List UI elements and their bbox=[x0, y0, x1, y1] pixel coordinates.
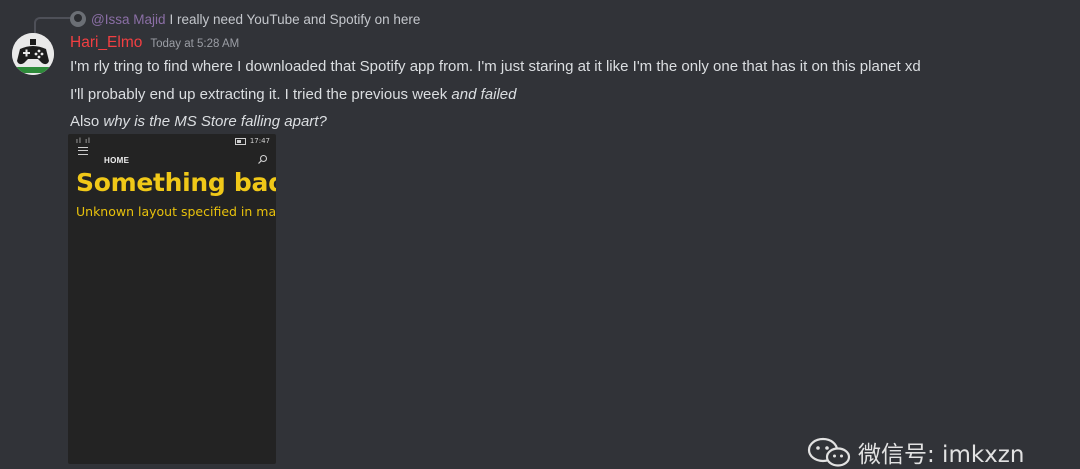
reply-avatar[interactable] bbox=[70, 11, 86, 27]
error-subtitle: Unknown layout specified in ma bbox=[76, 204, 276, 219]
reply-preview[interactable]: @Issa Majid I really need YouTube and Sp… bbox=[70, 10, 420, 28]
phone-status-bar: ıl ıl 17:47 bbox=[68, 134, 276, 148]
message-line-3-plain: Also bbox=[70, 113, 104, 130]
username[interactable]: Hari_Elmo bbox=[70, 34, 142, 52]
battery-icon bbox=[234, 137, 246, 145]
message-line-3: Also why is the MS Store falling apart? bbox=[70, 113, 327, 130]
signal-icons: ıl ıl bbox=[76, 137, 92, 145]
avatar[interactable] bbox=[12, 33, 54, 75]
reply-mention[interactable]: @Issa Majid bbox=[91, 12, 165, 27]
message-line-1: I'm rly tring to find where I downloaded… bbox=[70, 58, 921, 75]
wechat-watermark: 微信号: imkxzn bbox=[806, 436, 1024, 468]
reply-connector bbox=[34, 17, 70, 33]
error-title: Something bad bbox=[76, 168, 276, 197]
message-line-2: I'll probably end up extracting it. I tr… bbox=[70, 86, 516, 103]
status-time: 17:47 bbox=[249, 137, 270, 145]
image-attachment[interactable]: ıl ıl 17:47 HOME Something bad Unknown l… bbox=[68, 134, 276, 464]
timestamp[interactable]: Today at 5:28 AM bbox=[150, 38, 239, 50]
message-line-2-plain: I'll probably end up extracting it. I tr… bbox=[70, 86, 452, 103]
watermark-text: 微信号: imkxzn bbox=[858, 442, 1025, 468]
message-header: Hari_Elmo Today at 5:28 AM bbox=[70, 34, 239, 54]
nav-home-label: HOME bbox=[104, 156, 130, 165]
message-line-2-italic: and failed bbox=[451, 86, 517, 103]
gamepad-avatar-icon bbox=[12, 33, 54, 75]
message-line-3-italic: why is the MS Store falling apart? bbox=[103, 113, 327, 130]
hamburger-menu-icon bbox=[78, 147, 88, 155]
reply-text[interactable]: I really need YouTube and Spotify on her… bbox=[169, 12, 420, 27]
search-icon bbox=[258, 154, 268, 164]
